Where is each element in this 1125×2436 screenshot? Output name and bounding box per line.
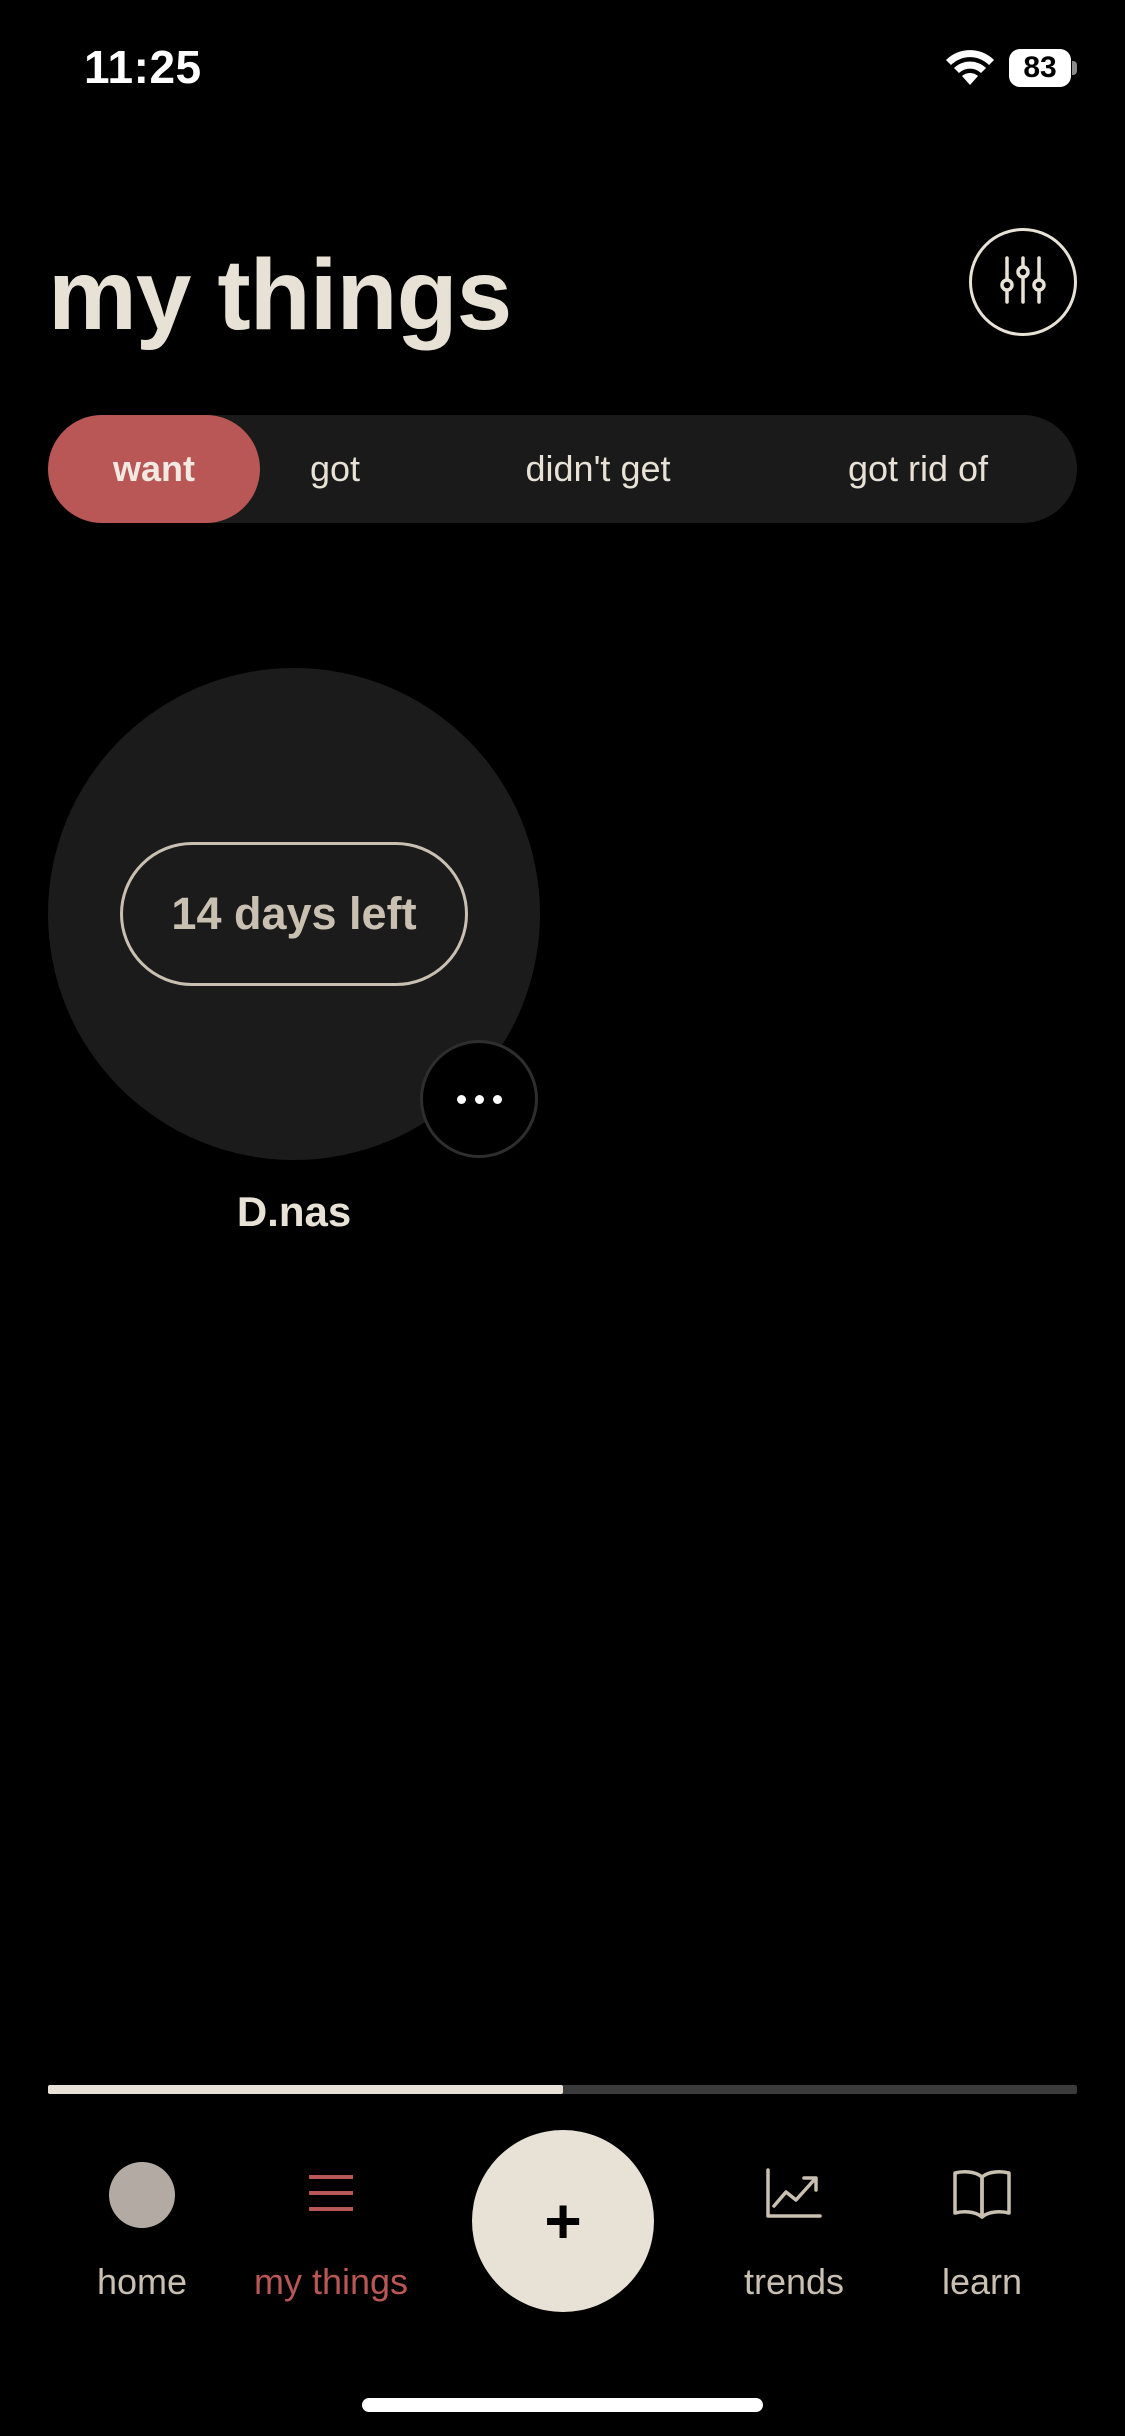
more-dots-icon bbox=[456, 1094, 466, 1104]
item-more-button[interactable] bbox=[420, 1040, 538, 1158]
tab-got-rid-of[interactable]: got rid of bbox=[788, 415, 1048, 523]
status-icons: 83 bbox=[945, 46, 1077, 90]
wifi-icon bbox=[945, 49, 995, 87]
filter-button[interactable] bbox=[969, 228, 1077, 336]
book-icon bbox=[951, 2167, 1013, 2224]
plus-icon: + bbox=[544, 2185, 582, 2257]
tab-didnt-get[interactable]: didn't get bbox=[478, 415, 718, 523]
tab-got[interactable]: got bbox=[260, 415, 410, 523]
add-button[interactable]: + bbox=[472, 2130, 654, 2312]
item-name: D.nas bbox=[236, 1188, 352, 1235]
countdown-badge: 14 days left bbox=[120, 842, 468, 986]
nav-my-things-label: my things bbox=[253, 2261, 409, 2302]
nav-home[interactable]: home bbox=[42, 2155, 242, 2315]
battery-level: 83 bbox=[1009, 49, 1071, 87]
avatar-circle-icon bbox=[109, 2162, 175, 2228]
screen: 11:25 83 my things want got didn't get g… bbox=[0, 0, 1125, 2436]
menu-lines-icon bbox=[307, 2171, 355, 2220]
nav-trends-label: trends bbox=[743, 2261, 845, 2302]
page-title: my things bbox=[48, 239, 512, 351]
nav-home-label: home bbox=[96, 2261, 188, 2302]
status-time: 11:25 bbox=[84, 41, 202, 93]
nav-my-things[interactable]: my things bbox=[231, 2155, 431, 2315]
nav-learn-label: learn bbox=[941, 2261, 1023, 2302]
chart-trend-icon bbox=[764, 2166, 824, 2225]
progress-fill bbox=[48, 2085, 563, 2094]
nav-trends[interactable]: trends bbox=[694, 2155, 894, 2315]
home-indicator[interactable] bbox=[362, 2398, 763, 2412]
progress-bar bbox=[48, 2085, 1077, 2094]
tab-want[interactable]: want bbox=[48, 415, 260, 523]
status-tabs: want got didn't get got rid of bbox=[48, 415, 1077, 523]
nav-learn[interactable]: learn bbox=[882, 2155, 1082, 2315]
sliders-icon bbox=[995, 252, 1051, 313]
battery-icon: 83 bbox=[1009, 49, 1077, 87]
